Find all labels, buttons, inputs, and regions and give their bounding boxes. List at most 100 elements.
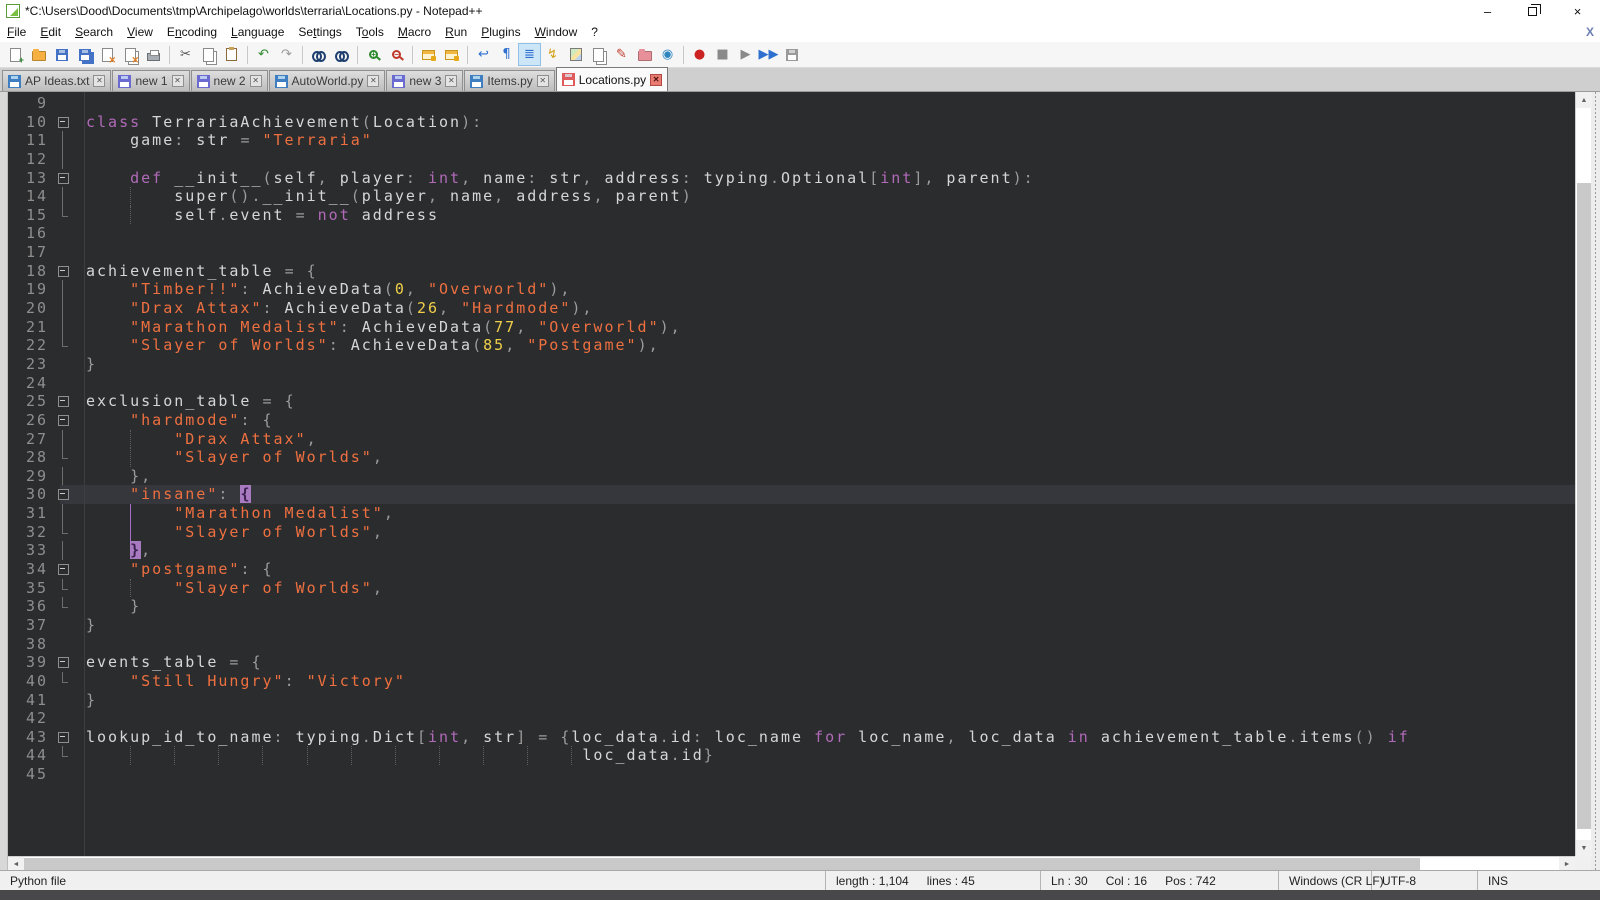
line-number[interactable]: 14	[8, 187, 56, 206]
line-number[interactable]: 45	[8, 765, 56, 784]
minimize-button[interactable]: –	[1465, 0, 1510, 22]
line-number[interactable]: 16	[8, 224, 56, 243]
save-all-icon[interactable]	[74, 44, 95, 65]
code-line-11[interactable]: 11 game: str = "Terraria"	[8, 131, 1575, 150]
horizontal-scroll-thumb[interactable]	[24, 858, 1420, 870]
function-list-icon[interactable]: ✎	[611, 44, 632, 65]
code-line-44[interactable]: 44 loc_data.id}	[8, 746, 1575, 765]
code-line-28[interactable]: 28 "Slayer of Worlds",	[8, 448, 1575, 467]
sync-horizontal-scrolling-icon[interactable]	[441, 44, 462, 65]
code-editor[interactable]: 910class TerrariaAchievement(Location):1…	[8, 92, 1575, 856]
code-line-21[interactable]: 21 "Marathon Medalist": AchieveData(77, …	[8, 318, 1575, 337]
line-number[interactable]: 18	[8, 262, 56, 281]
menu-search[interactable]: Search	[68, 23, 120, 41]
tab-new-2[interactable]: new 2✕	[191, 70, 268, 91]
user-defined-language-icon[interactable]: ↯	[542, 44, 563, 65]
line-number[interactable]: 11	[8, 131, 56, 150]
zoom-out-icon[interactable]: −	[386, 44, 407, 65]
code-line-12[interactable]: 12	[8, 150, 1575, 169]
tab-close-icon[interactable]: ✕	[445, 75, 457, 87]
line-number[interactable]: 27	[8, 430, 56, 449]
line-number[interactable]: 25	[8, 392, 56, 411]
code-line-16[interactable]: 16	[8, 224, 1575, 243]
vertical-scroll-thumb[interactable]	[1577, 183, 1591, 829]
code-line-15[interactable]: 15 self.event = not address	[8, 206, 1575, 225]
line-number[interactable]: 21	[8, 318, 56, 337]
line-number[interactable]: 26	[8, 411, 56, 430]
copy-icon[interactable]	[198, 44, 219, 65]
line-number[interactable]: 28	[8, 448, 56, 467]
code-line-41[interactable]: 41}	[8, 691, 1575, 710]
menu-tools[interactable]: Tools	[349, 23, 391, 41]
close-all-icon[interactable]: ✕	[120, 44, 141, 65]
line-number[interactable]: 29	[8, 467, 56, 486]
line-number[interactable]: 35	[8, 579, 56, 598]
code-line-13[interactable]: 13 def __init__(self, player: int, name:…	[8, 169, 1575, 188]
fold-collapse-icon[interactable]	[56, 113, 74, 132]
line-number[interactable]: 10	[8, 113, 56, 132]
status-caret-position[interactable]: Ln : 30Col : 16Pos : 742	[1041, 871, 1279, 890]
open-folder-icon[interactable]	[28, 44, 49, 65]
macro-save-icon[interactable]	[781, 44, 802, 65]
tab-items-py[interactable]: Items.py✕	[464, 70, 554, 91]
code-line-20[interactable]: 20 "Drax Attax": AchieveData(26, "Hardmo…	[8, 299, 1575, 318]
tab-close-icon[interactable]: ✕	[650, 74, 662, 86]
code-line-27[interactable]: 27 "Drax Attax",	[8, 430, 1575, 449]
code-line-34[interactable]: 34 "postgame": {	[8, 560, 1575, 579]
macro-run-multiple-icon[interactable]: ▶▶	[758, 44, 779, 65]
code-line-14[interactable]: 14 super().__init__(player, name, addres…	[8, 187, 1575, 206]
code-line-25[interactable]: 25exclusion_table = {	[8, 392, 1575, 411]
line-number[interactable]: 23	[8, 355, 56, 374]
menu-macro[interactable]: Macro	[391, 23, 438, 41]
code-line-29[interactable]: 29 },	[8, 467, 1575, 486]
folder-as-workspace-icon[interactable]	[634, 44, 655, 65]
menu-plugins[interactable]: Plugins	[474, 23, 527, 41]
vertical-scrollbar[interactable]: ▲ ▼	[1575, 92, 1591, 856]
restore-button[interactable]	[1510, 0, 1555, 22]
code-line-24[interactable]: 24	[8, 374, 1575, 393]
menu-settings[interactable]: Settings	[291, 23, 348, 41]
zoom-in-icon[interactable]: +	[363, 44, 384, 65]
macro-stop-icon[interactable]: ■	[712, 44, 733, 65]
line-number[interactable]: 15	[8, 206, 56, 225]
line-number[interactable]: 19	[8, 280, 56, 299]
code-line-37[interactable]: 37}	[8, 616, 1575, 635]
menu-file[interactable]: File	[0, 23, 33, 41]
tab-close-icon[interactable]: ✕	[250, 75, 262, 87]
tab-close-icon[interactable]: ✕	[172, 75, 184, 87]
line-number[interactable]: 22	[8, 336, 56, 355]
code-line-31[interactable]: 31 "Marathon Medalist",	[8, 504, 1575, 523]
paste-icon[interactable]	[221, 44, 242, 65]
line-number[interactable]: 9	[8, 94, 56, 113]
tab-new-1[interactable]: new 1✕	[112, 70, 189, 91]
line-number[interactable]: 24	[8, 374, 56, 393]
line-number[interactable]: 17	[8, 243, 56, 262]
code-line-23[interactable]: 23}	[8, 355, 1575, 374]
fold-collapse-icon[interactable]	[56, 392, 74, 411]
close-button[interactable]: ×	[1555, 0, 1600, 22]
menu-language[interactable]: Language	[224, 23, 291, 41]
code-line-45[interactable]: 45	[8, 765, 1575, 784]
document-list-icon[interactable]	[588, 44, 609, 65]
fold-collapse-icon[interactable]	[56, 411, 74, 430]
redo-icon[interactable]: ↷	[276, 44, 297, 65]
line-number[interactable]: 42	[8, 709, 56, 728]
sync-vertical-scrolling-icon[interactable]	[418, 44, 439, 65]
macro-record-icon[interactable]: ●	[689, 44, 710, 65]
undo-icon[interactable]: ↶	[253, 44, 274, 65]
tab-close-icon[interactable]: ✕	[93, 75, 105, 87]
monitoring-icon[interactable]: ◉	[657, 44, 678, 65]
line-number[interactable]: 20	[8, 299, 56, 318]
close-document-x-icon[interactable]: X	[1586, 25, 1594, 39]
fold-collapse-icon[interactable]	[56, 169, 74, 188]
code-line-39[interactable]: 39events_table = {	[8, 653, 1575, 672]
tab-ap-ideas-txt[interactable]: AP Ideas.txt✕	[2, 70, 111, 91]
code-line-42[interactable]: 42	[8, 709, 1575, 728]
menu-help[interactable]: ?	[584, 23, 605, 41]
status-encoding[interactable]: UTF-8	[1372, 871, 1478, 890]
word-wrap-icon[interactable]: ↩	[473, 44, 494, 65]
line-number[interactable]: 33	[8, 541, 56, 560]
code-line-32[interactable]: 32 "Slayer of Worlds",	[8, 523, 1575, 542]
scroll-down-icon[interactable]: ▼	[1576, 840, 1592, 856]
status-eol-format[interactable]: Windows (CR LF)	[1279, 871, 1372, 890]
